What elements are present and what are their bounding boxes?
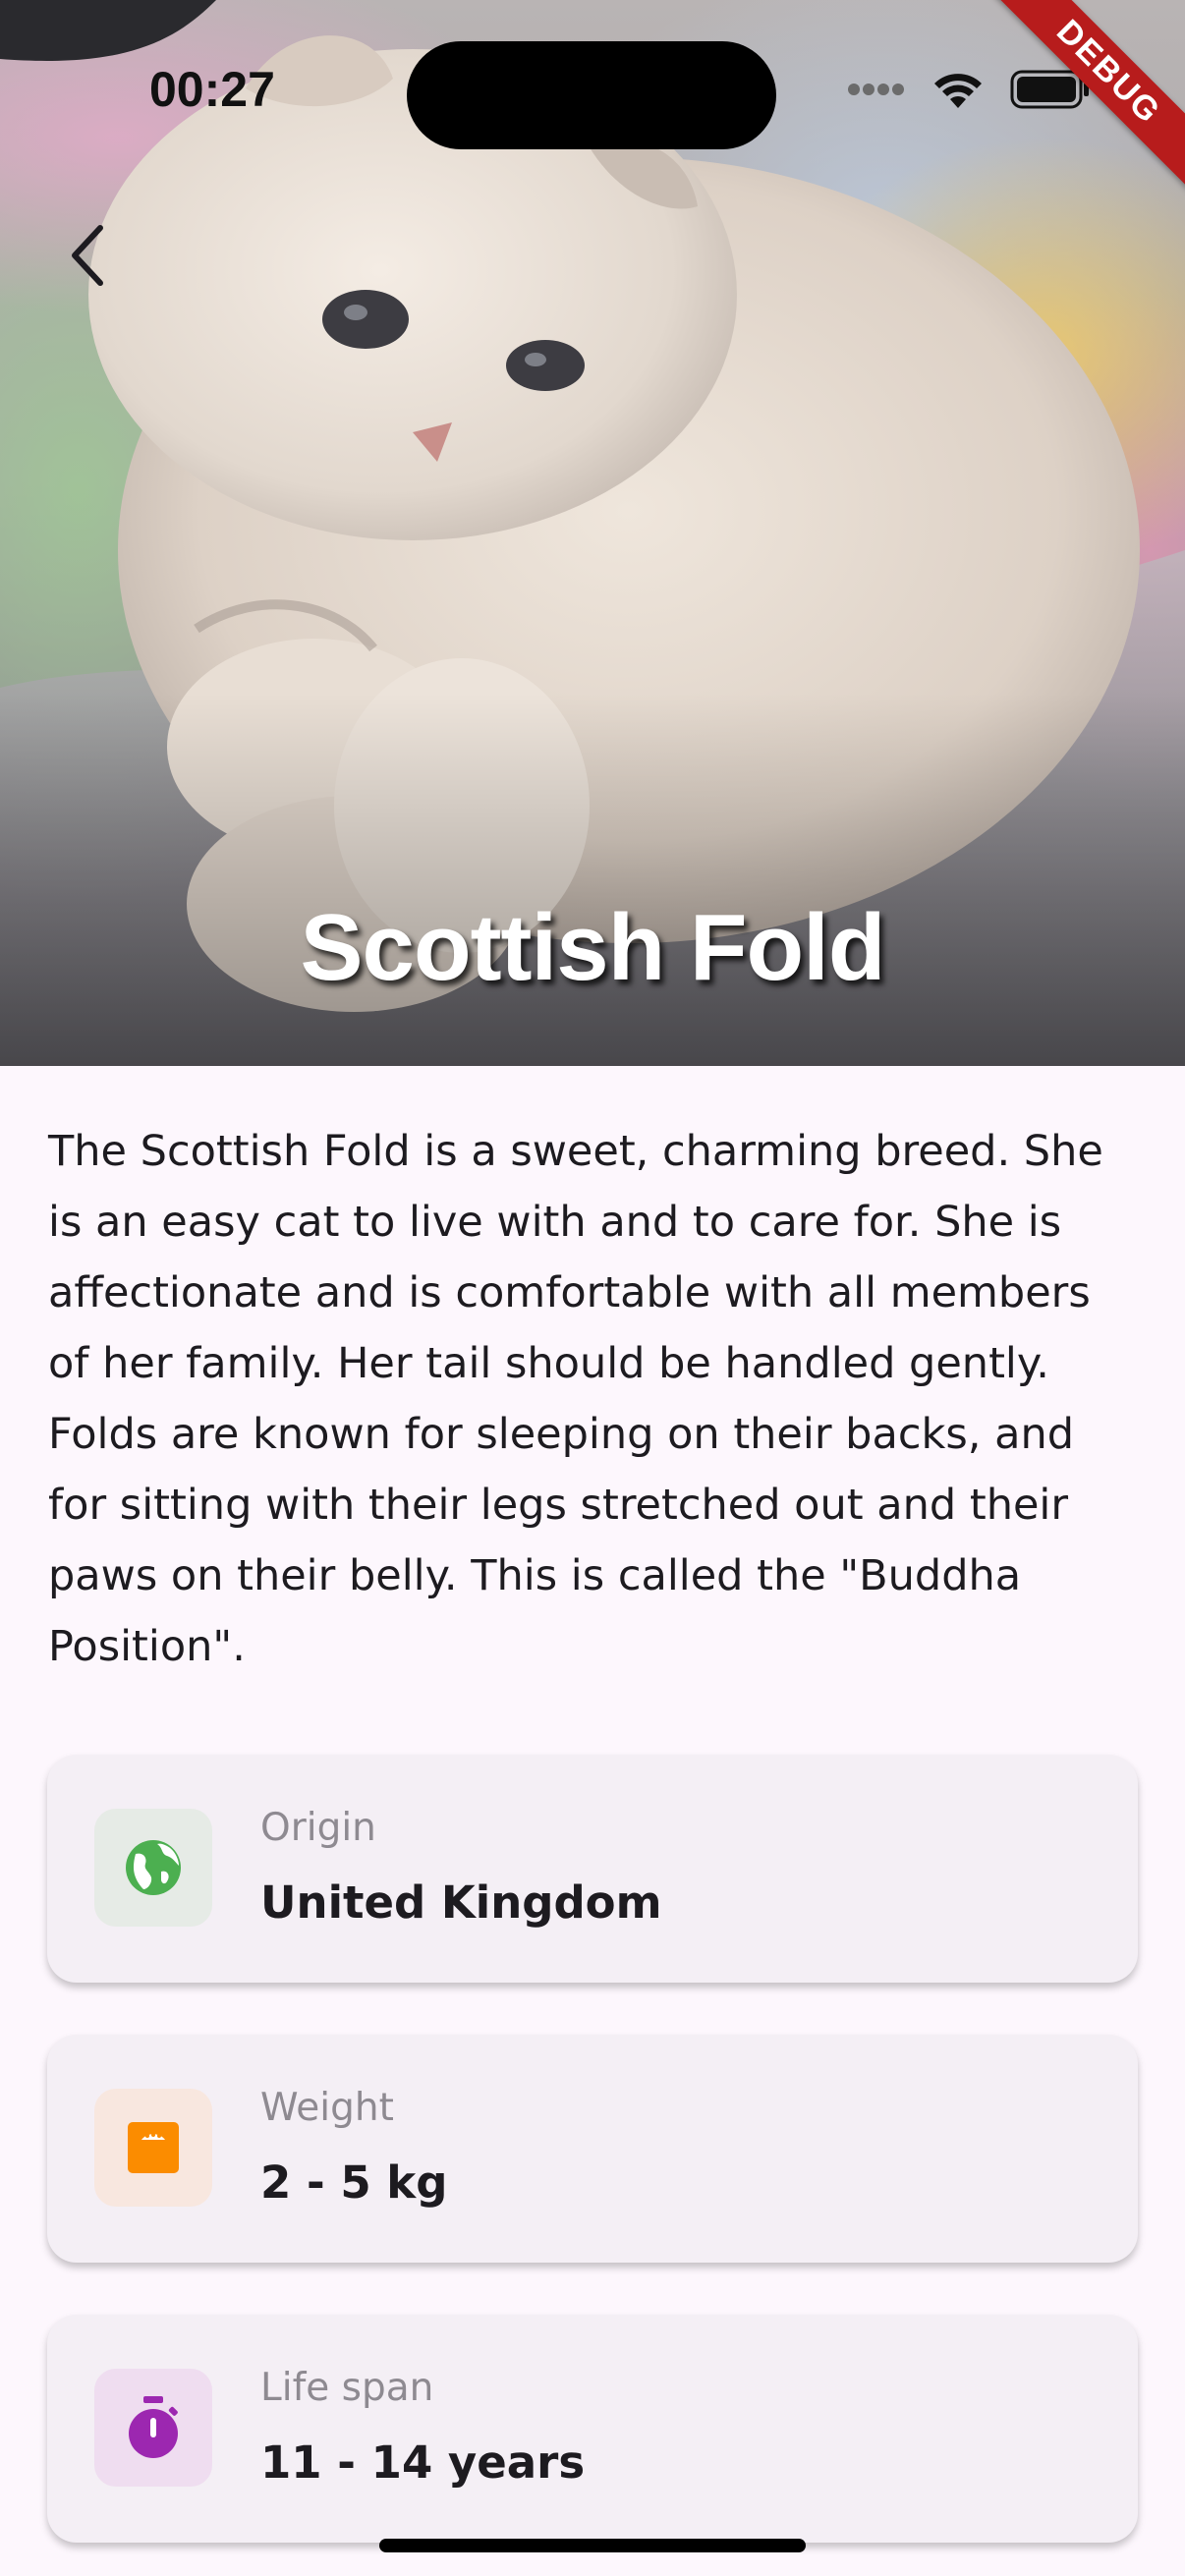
chevron-left-icon (72, 225, 103, 286)
origin-icon-box (94, 1809, 212, 1927)
dynamic-island (407, 41, 776, 149)
home-indicator (379, 2539, 806, 2552)
back-button[interactable] (47, 216, 126, 295)
globe-icon (126, 1840, 181, 1895)
breed-description: The Scottish Fold is a sweet, charming b… (48, 1127, 1103, 1671)
origin-value: United Kingdom (260, 1876, 662, 1929)
info-card-origin: Origin United Kingdom (47, 1755, 1138, 1983)
info-card-life-span: Life span 11 - 14 years (47, 2315, 1138, 2543)
weight-icon-box (94, 2089, 212, 2207)
scale-icon (128, 2122, 179, 2173)
info-card-weight: Weight 2 - 5 kg (47, 2035, 1138, 2263)
breed-title: Scottish Fold (300, 895, 886, 1000)
weight-value: 2 - 5 kg (260, 2156, 448, 2209)
timer-icon (129, 2396, 178, 2458)
breed-hero-image: Scottish Fold (0, 0, 1185, 1066)
life-span-value: 11 - 14 years (260, 2436, 586, 2489)
wifi-icon (934, 74, 982, 108)
status-time: 00:27 (149, 62, 275, 117)
life-span-icon-box (94, 2369, 212, 2487)
weight-label: Weight (260, 2086, 394, 2130)
life-span-label: Life span (260, 2366, 434, 2410)
origin-label: Origin (260, 1806, 376, 1850)
cellular-signal-icon (848, 84, 904, 95)
status-icons (847, 69, 1091, 110)
